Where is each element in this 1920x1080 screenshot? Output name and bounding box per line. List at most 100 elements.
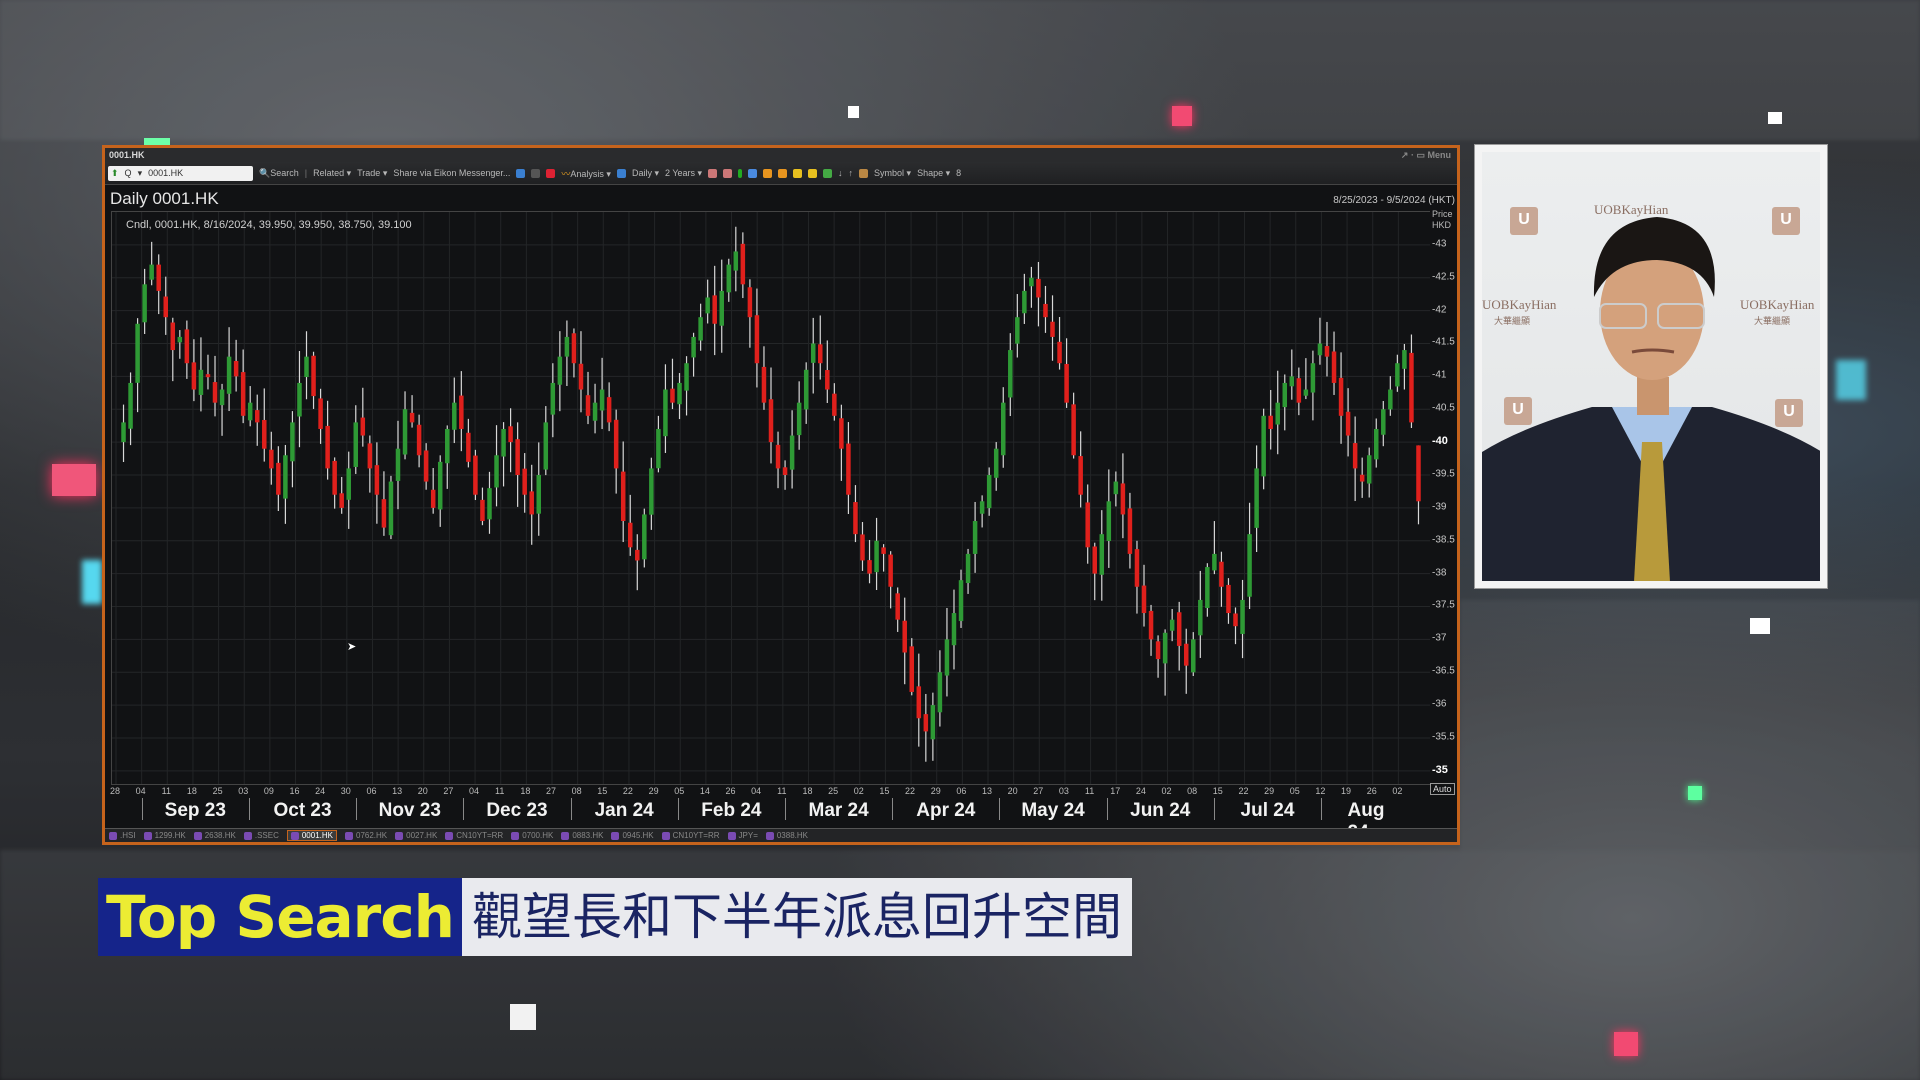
candle-legend: Cndl, 0001.HK, 8/16/2024, 39.950, 39.950… <box>126 219 412 231</box>
x-day-tick: 27 <box>545 786 557 796</box>
table-icon[interactable] <box>748 168 758 178</box>
zoom-in-icon[interactable] <box>763 168 773 178</box>
arrow-up-icon[interactable]: ↑ <box>849 168 854 178</box>
candle-down <box>888 554 893 587</box>
chart-tab-icon <box>661 831 670 840</box>
instrument-tab[interactable]: CN10YT=RR <box>445 831 503 840</box>
dropdown-icon[interactable]: ▾ <box>135 168 146 179</box>
candle-down <box>339 493 344 508</box>
candle-down <box>846 443 851 495</box>
x-axis[interactable]: 28 04 11 18 25 03 09 16 24 30 06 13 20 27 04 11 18 27 08 15… <box>110 784 1429 843</box>
candle-up <box>1310 363 1316 393</box>
candle-up <box>353 422 359 467</box>
hourglass-icon[interactable] <box>808 168 818 178</box>
candle-down <box>515 439 520 475</box>
pin-icon[interactable]: · <box>1411 150 1414 160</box>
candle-up <box>564 336 570 357</box>
instrument-tab[interactable]: 0883.HK <box>561 831 603 840</box>
instrument-tab[interactable]: 1299.HK <box>143 831 186 840</box>
auto-scale-button[interactable]: Auto <box>1430 783 1455 795</box>
candle-up <box>1275 402 1280 425</box>
tab-label: 0883.HK <box>572 831 604 840</box>
instrument-tab[interactable]: .HSI <box>109 831 136 840</box>
instrument-tab[interactable]: 0762.HK <box>345 831 387 840</box>
popout-icon[interactable]: ↗ <box>1401 150 1409 160</box>
candle-down <box>620 471 626 522</box>
candle-up <box>226 356 232 394</box>
share-messenger-button[interactable]: Share via Eikon Messenger... <box>393 168 510 178</box>
instrument-tab[interactable]: .SSEC <box>243 831 279 840</box>
decor-cube-white <box>1750 618 1770 634</box>
instrument-tab[interactable]: 2638.HK <box>193 831 236 840</box>
candle-down <box>1043 303 1048 318</box>
window-controls[interactable]: ↗ · ▭ Menu <box>1401 148 1451 162</box>
instrument-tab[interactable]: 0945.HK <box>611 831 654 840</box>
redo-icon[interactable] <box>531 168 541 178</box>
ric-input-group[interactable]: ⬆ Q ▾ 0001.HK <box>108 165 253 181</box>
menu-button[interactable]: Menu <box>1428 150 1452 160</box>
instrument-tab[interactable]: 0700.HK <box>511 831 553 840</box>
candle-down <box>916 686 922 719</box>
crosshair-icon[interactable] <box>738 168 743 178</box>
tab-label: 1299.HK <box>154 831 186 840</box>
instrument-tab[interactable]: 0027.HK <box>395 831 437 840</box>
tab-label: 2638.HK <box>204 831 236 840</box>
instrument-tab[interactable]: CN10YT=RR <box>661 831 720 840</box>
search-button[interactable]: 🔍Search <box>259 168 299 179</box>
candle-down <box>205 374 211 378</box>
x-month-separator <box>248 798 250 820</box>
layout-icon[interactable] <box>616 168 626 178</box>
candle-down <box>1120 483 1126 515</box>
candle-down <box>613 419 619 469</box>
candle-up <box>128 382 133 429</box>
candle-down <box>508 426 513 443</box>
candle-up <box>796 402 802 436</box>
plot-area[interactable]: Cndl, 0001.HK, 8/16/2024, 39.950, 39.950… <box>111 211 1430 785</box>
y-tick-label: -43 <box>1432 238 1447 250</box>
range-menu[interactable]: 2 Years ▾ <box>665 168 702 179</box>
x-month-label: Apr 24 <box>916 800 976 821</box>
candle-up <box>944 639 950 676</box>
chart-style-icon-2[interactable] <box>723 168 733 178</box>
x-day-tick: 02 <box>1161 786 1172 796</box>
candle-type-icon[interactable] <box>546 168 556 178</box>
tab-label: 0388.HK <box>776 831 808 840</box>
symbol-icon[interactable] <box>859 168 869 178</box>
y-tick-label: -39 <box>1432 501 1447 513</box>
candle-down <box>754 315 760 364</box>
x-day-tick: 29 <box>930 786 941 796</box>
up-arrow-icon[interactable]: ⬆ <box>108 168 122 179</box>
arrow-down-icon[interactable]: ↓ <box>838 168 843 178</box>
shape-menu[interactable]: Shape ▾ <box>917 168 950 179</box>
x-day-tick: 13 <box>392 786 403 796</box>
interval-menu[interactable]: Daily ▾ <box>632 168 659 179</box>
select-icon[interactable] <box>823 168 833 178</box>
candle-up <box>972 521 978 554</box>
ric-input[interactable]: 0001.HK <box>145 168 186 178</box>
settings-icon[interactable]: 8 <box>956 168 961 178</box>
chart-title: Daily 0001.HK <box>110 189 219 208</box>
candle-up <box>1366 455 1372 484</box>
related-menu[interactable]: Related ▾ <box>313 168 351 179</box>
candle-up <box>445 428 450 464</box>
pan-icon[interactable] <box>793 168 803 178</box>
candle-down <box>318 398 323 429</box>
undo-icon[interactable] <box>516 168 526 178</box>
search-icon[interactable]: Q <box>122 168 135 178</box>
symbol-menu[interactable]: Symbol ▾ <box>874 168 911 179</box>
candle-down <box>1296 378 1302 403</box>
instrument-tab[interactable]: 0388.HK <box>765 831 808 840</box>
candle-down <box>895 593 900 620</box>
instrument-tab[interactable]: 0001.HK <box>286 830 337 841</box>
chart-style-icon[interactable] <box>708 168 718 178</box>
y-axis[interactable]: Price HKD -35 -35.5 -36 -36.5 -37 -37.5 -38 -38.… <box>1429 209 1457 783</box>
window-icon[interactable]: ▭ <box>1416 150 1425 160</box>
zoom-fit-icon[interactable] <box>778 168 788 178</box>
trade-menu[interactable]: Trade ▾ <box>357 168 387 179</box>
decor-cube-pink <box>52 464 96 496</box>
analysis-menu[interactable]: 〰Analysis ▾ <box>561 167 611 180</box>
candle-up <box>937 672 943 713</box>
candle-down <box>1409 352 1414 423</box>
candle-up <box>1381 409 1386 435</box>
instrument-tab[interactable]: JPY= <box>727 831 758 840</box>
